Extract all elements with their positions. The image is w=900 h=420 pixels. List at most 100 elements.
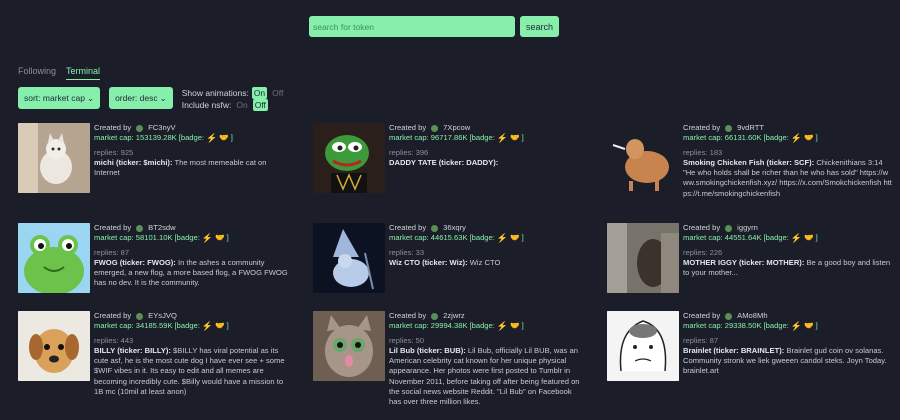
token-info: Created by iggyrn market cap: 44551.64K [b…	[683, 223, 892, 293]
token-image	[313, 311, 385, 381]
badge-close: ]	[521, 321, 524, 331]
creator-link[interactable]: iggyrn	[737, 223, 758, 233]
token-name: MOTHER IGGY (ticker: MOTHER):	[683, 257, 805, 267]
replies-count: replies: 50	[389, 335, 425, 345]
market-cap-line: market cap: 44551.64K [badge: ⚡ 🤝]	[683, 233, 892, 243]
search-button[interactable]: search	[520, 16, 560, 37]
lightning-icon: ⚡	[201, 321, 214, 332]
token-description: Wiz CTO (ticker: Wiz): Wiz CTO	[389, 258, 524, 268]
handshake-icon: 🤝	[510, 233, 520, 243]
token-card[interactable]: Created by 9vdRTT market cap: 66131.60K [b…	[607, 123, 892, 199]
token-info: Created by FC3nyV market cap: 153139.28K[…	[94, 123, 288, 193]
lightning-icon: ⚡	[496, 321, 509, 332]
handshake-icon: 🤝	[804, 233, 814, 243]
badge-label: [badge:	[763, 321, 789, 331]
token-image	[313, 123, 385, 193]
badge-close: ]	[521, 133, 524, 143]
creator-line: Created by EYsJVQ	[94, 311, 288, 321]
badge-close: ]	[815, 233, 818, 243]
lightning-icon: ⚡	[496, 133, 509, 144]
token-image	[18, 223, 90, 293]
search-bar: search	[309, 16, 560, 37]
creator-link[interactable]: 36xqry	[443, 223, 466, 233]
created-by-label: Created by	[94, 123, 132, 132]
lightning-icon: ⚡	[206, 133, 218, 144]
token-card[interactable]: Created by 36xqry market cap: 44615.63K [b…	[313, 223, 583, 293]
token-card[interactable]: Created by BT2sdw market cap: 58101.10K [b…	[18, 223, 288, 293]
replies-count: replies: 396	[389, 147, 429, 157]
token-description: DADDY TATE (ticker: DADDY):	[389, 158, 524, 168]
created-by-label: Created by	[683, 123, 721, 132]
creator-line: Created by 7Xpcow	[389, 123, 524, 133]
badge-label: [badge:	[763, 233, 789, 243]
creator-link[interactable]: 7Xpcow	[443, 123, 470, 133]
token-info: Created by 2zjwrz market cap: 29994.38K [b…	[389, 311, 583, 408]
market-cap-line: market cap: 66131.60K [badge: ⚡ 🤝]	[683, 133, 892, 143]
token-description: MOTHER IGGY (ticker: MOTHER): Be a good …	[683, 258, 892, 279]
token-card[interactable]: Created by 2zjwrz market cap: 29994.38K [b…	[313, 311, 583, 408]
order-label: order: desc	[115, 93, 158, 103]
token-info: Created by EYsJVQ market cap: 34185.59K [b…	[94, 311, 288, 397]
animations-on-toggle[interactable]: On	[251, 87, 268, 99]
token-name: Smoking Chicken Fish (ticker: SCF):	[683, 157, 815, 167]
token-card[interactable]: Created by EYsJVQ market cap: 34185.59K [b…	[18, 311, 288, 397]
token-card[interactable]: Created by AMo8Mh market cap: 29338.50K [b…	[607, 311, 892, 381]
search-input[interactable]	[309, 16, 515, 37]
lightning-icon: ⚡	[496, 233, 509, 244]
market-cap-line: market cap: 96717.86K [badge: ⚡ 🤝]	[389, 133, 524, 143]
creator-line: Created by 2zjwrz	[389, 311, 583, 321]
creator-line: Created by 9vdRTT	[683, 123, 892, 133]
token-description: BILLY (ticker: BILLY): $BILLY has viral …	[94, 346, 288, 397]
token-card[interactable]: Created by 7Xpcow market cap: 96717.86K [b…	[313, 123, 583, 193]
creator-avatar-icon	[431, 224, 439, 232]
nsfw-off-toggle[interactable]: Off	[252, 99, 268, 111]
token-name: BILLY (ticker: BILLY):	[94, 345, 171, 355]
filter-controls: sort: market cap ⌄ order: desc ⌄ Show an…	[18, 87, 285, 111]
badge-label: [badge:	[174, 321, 200, 331]
market-cap: market cap: 29338.50K	[683, 321, 762, 331]
token-info: Created by 7Xpcow market cap: 96717.86K [b…	[389, 123, 524, 193]
badge-close: ]	[521, 233, 524, 243]
token-name: Lil Bub (ticker: BUB):	[389, 345, 466, 355]
chevron-down-icon: ⌄	[159, 92, 167, 103]
created-by-label: Created by	[389, 123, 427, 132]
toggle-group: Show animations: On Off Include nsfw: On…	[182, 87, 286, 111]
market-cap-line: market cap: 153139.28K [badge: ⚡ 🤝]	[94, 133, 288, 143]
creator-line: Created by FC3nyV	[94, 123, 288, 133]
order-dropdown[interactable]: order: desc ⌄	[109, 87, 173, 109]
creator-avatar-icon	[725, 124, 733, 132]
include-nsfw-label: Include nsfw:	[181, 100, 232, 110]
creator-link[interactable]: EYsJVQ	[148, 311, 177, 321]
creator-avatar-icon	[431, 312, 439, 320]
token-card[interactable]: Created by iggyrn market cap: 44551.64K [b…	[607, 223, 892, 293]
token-image	[607, 123, 679, 193]
animations-off-toggle[interactable]: Off	[270, 87, 285, 99]
market-cap: market cap: 58101.10K	[94, 233, 173, 243]
market-cap: market cap: 153139.28K	[94, 133, 177, 143]
creator-link[interactable]: AMo8Mh	[737, 311, 767, 321]
market-cap: market cap: 44615.63K	[389, 233, 468, 243]
created-by-label: Created by	[683, 223, 721, 232]
description-text: Wiz CTO	[467, 257, 501, 267]
token-name: Wiz CTO (ticker: Wiz):	[389, 257, 468, 267]
sort-dropdown[interactable]: sort: market cap ⌄	[18, 87, 101, 109]
sort-label: sort: market cap	[24, 93, 85, 103]
badge-label: [badge:	[763, 133, 789, 143]
token-info: Created by 36xqry market cap: 44615.63K [b…	[389, 223, 524, 293]
token-description: Brainlet (ticker: BRAINLET): Brainlet gu…	[683, 346, 892, 377]
token-description: michi (ticker: $michi): The most memeabl…	[94, 158, 288, 179]
lightning-icon: ⚡	[201, 233, 214, 244]
handshake-icon: 🤝	[219, 133, 229, 143]
creator-link[interactable]: 9vdRTT	[737, 123, 764, 133]
creator-link[interactable]: FC3nyV	[148, 123, 175, 133]
tab-terminal[interactable]: Terminal	[66, 66, 101, 80]
creator-line: Created by AMo8Mh	[683, 311, 892, 321]
nsfw-on-toggle[interactable]: On	[234, 99, 249, 111]
creator-link[interactable]: BT2sdw	[148, 223, 175, 233]
token-image	[18, 123, 90, 193]
replies-count: replies: 87	[94, 247, 130, 257]
created-by-label: Created by	[94, 223, 132, 232]
creator-link[interactable]: 2zjwrz	[443, 311, 465, 321]
tab-following[interactable]: Following	[18, 66, 56, 80]
token-card[interactable]: Created by FC3nyV market cap: 153139.28K[…	[18, 123, 288, 193]
